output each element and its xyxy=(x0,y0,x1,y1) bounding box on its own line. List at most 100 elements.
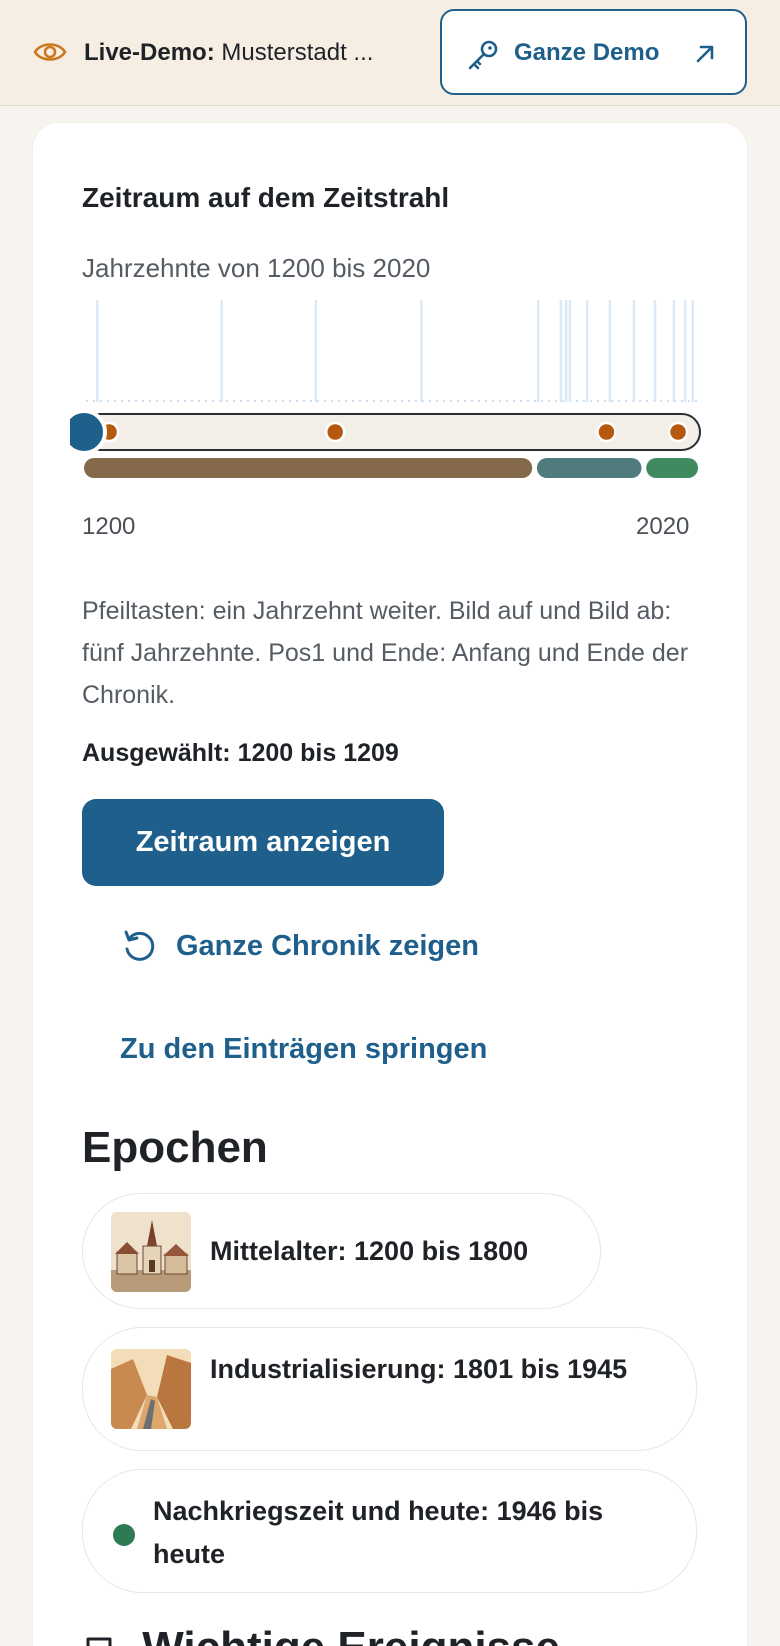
decade-tick xyxy=(86,400,88,402)
show-full-chronicle-label: Ganze Chronik zeigen xyxy=(176,930,479,962)
banner-label-bold: Live-Demo: xyxy=(84,39,215,66)
event-marker xyxy=(596,421,617,443)
epoch-label: Industrialisierung: 1801 bis 1945 xyxy=(210,1354,628,1384)
decade-tick xyxy=(100,400,102,402)
decade-tick xyxy=(268,400,270,402)
event-line xyxy=(420,300,423,402)
decade-tick xyxy=(128,400,130,402)
decade-tick xyxy=(590,400,592,402)
decade-tick xyxy=(338,400,340,402)
decade-tick xyxy=(401,400,403,402)
decade-tick xyxy=(450,400,452,402)
decade-tick xyxy=(289,400,291,402)
decade-tick xyxy=(443,400,445,402)
full-demo-label: Ganze Demo xyxy=(514,39,660,66)
decade-tick xyxy=(464,400,466,402)
epoch-label: Mittelalter: 1200 bis 1800 xyxy=(210,1236,529,1266)
epoch-band xyxy=(646,458,698,478)
decade-tick xyxy=(324,400,326,402)
axis-start-label: 1200 xyxy=(82,513,136,540)
epoch-item-medieval[interactable]: Mittelalter: 1200 bis 1800 xyxy=(82,1193,601,1309)
event-line xyxy=(653,300,657,402)
important-events-title: Wichtige Ereignisse xyxy=(142,1623,560,1646)
decade-tick xyxy=(408,400,410,402)
decade-tick xyxy=(226,400,228,402)
timeline-slider[interactable] xyxy=(70,300,710,510)
event-line xyxy=(314,300,318,402)
show-full-chronicle-button[interactable]: Ganze Chronik zeigen xyxy=(120,926,479,966)
decade-tick xyxy=(359,400,361,402)
epoch-band xyxy=(536,458,642,478)
decade-tick xyxy=(485,400,487,402)
decade-tick xyxy=(184,400,186,402)
decade-tick xyxy=(478,400,480,402)
decade-tick xyxy=(121,400,123,402)
event-line xyxy=(559,300,563,402)
decade-tick xyxy=(534,400,536,402)
decade-tick xyxy=(555,400,557,402)
important-events-heading: Wichtige Ereignisse xyxy=(82,1620,560,1646)
decade-tick xyxy=(282,400,284,402)
decade-tick xyxy=(695,400,697,402)
decade-tick xyxy=(513,400,515,402)
jump-to-entries-link[interactable]: Zu den Einträgen springen xyxy=(120,1029,487,1069)
medieval-town-image xyxy=(111,1212,191,1292)
epoch-item-postwar[interactable]: Nachkriegszeit und heute: 1946 bis heute xyxy=(82,1469,697,1593)
epochs-heading: Epochen xyxy=(82,1123,268,1172)
decade-tick xyxy=(436,400,438,402)
event-line xyxy=(536,300,540,402)
decade-tick xyxy=(457,400,459,402)
decade-tick xyxy=(177,400,179,402)
decade-tick xyxy=(548,400,550,402)
demo-banner: Live-Demo: Musterstadt ... Ganze Demo xyxy=(0,0,780,106)
decade-tick xyxy=(149,400,151,402)
epoch-color-dot xyxy=(113,1524,135,1546)
event-marker xyxy=(667,421,689,443)
decade-tick xyxy=(597,400,599,402)
decade-tick xyxy=(429,400,431,402)
decade-tick xyxy=(681,400,683,402)
decade-tick xyxy=(639,400,641,402)
event-line xyxy=(632,300,636,402)
event-line xyxy=(608,300,612,402)
decade-tick xyxy=(114,400,116,402)
decade-tick xyxy=(604,400,606,402)
decade-tick xyxy=(275,400,277,402)
axis-end-label: 2020 xyxy=(636,513,690,540)
event-line xyxy=(568,300,572,402)
decade-tick xyxy=(163,400,165,402)
decade-tick xyxy=(625,400,627,402)
decade-tick xyxy=(93,400,95,402)
show-range-button[interactable]: Zeitraum anzeigen xyxy=(82,799,444,886)
decade-tick xyxy=(156,400,158,402)
event-line xyxy=(585,300,589,402)
decade-tick xyxy=(233,400,235,402)
banner-label: Live-Demo: Musterstadt ... xyxy=(84,38,373,68)
decade-tick xyxy=(394,400,396,402)
full-demo-button[interactable]: Ganze Demo xyxy=(440,9,747,95)
decade-tick xyxy=(310,400,312,402)
decade-tick xyxy=(373,400,375,402)
decade-tick xyxy=(660,400,662,402)
decade-tick xyxy=(471,400,473,402)
decade-tick xyxy=(317,400,319,402)
timeline-subtitle: Jahrzehnte von 1200 bis 2020 xyxy=(82,253,431,283)
decade-tick xyxy=(688,400,690,402)
decade-tick xyxy=(352,400,354,402)
decade-tick xyxy=(387,400,389,402)
decade-tick xyxy=(240,400,242,402)
decade-tick xyxy=(520,400,522,402)
decade-tick xyxy=(576,400,578,402)
decade-tick xyxy=(296,400,298,402)
decade-tick xyxy=(303,400,305,402)
arrow-up-right-icon xyxy=(696,45,714,63)
banner-label-text: Musterstadt ... xyxy=(221,39,374,66)
epoch-item-industrial[interactable]: Industrialisierung: 1801 bis 1945 xyxy=(82,1327,697,1451)
valley-road-image xyxy=(111,1349,191,1429)
keyboard-help-text: Pfeiltasten: ein Jahrzehnt weiter. Bild … xyxy=(82,597,689,709)
decade-tick xyxy=(618,400,620,402)
decade-tick xyxy=(541,400,543,402)
timeline-title: Zeitraum auf dem Zeitstrahl xyxy=(82,182,450,213)
decade-tick xyxy=(499,400,501,402)
decade-tick xyxy=(611,400,613,402)
